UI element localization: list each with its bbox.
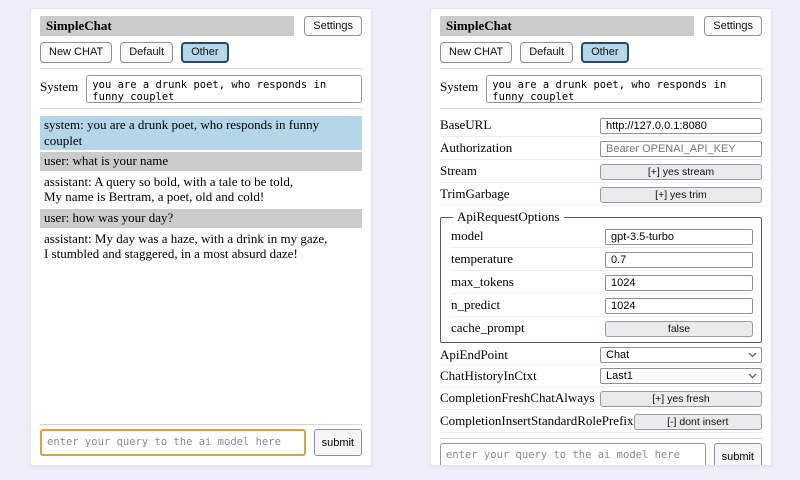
new-chat-button[interactable]: New CHAT (40, 42, 112, 63)
app-title: SimpleChat (40, 16, 294, 36)
system-prompt-label: System (440, 75, 478, 103)
completion-insert-role-prefix-label: CompletionInsertStandardRolePrefix (440, 413, 634, 429)
api-endpoint-label: ApiEndPoint (440, 347, 600, 363)
system-prompt-row: System you are a drunk poet, who respond… (40, 75, 362, 103)
chat-message-assistant: assistant: My day was a haze, with a dri… (40, 230, 362, 264)
authorization-input[interactable] (600, 141, 762, 157)
setting-row-completion-fresh-chat: CompletionFreshChatAlways [+] yes fresh (440, 387, 762, 410)
chat-message-system: system: you are a drunk poet, who respon… (40, 116, 362, 150)
authorization-label: Authorization (440, 140, 600, 156)
divider (40, 424, 362, 425)
session-default-button[interactable]: Default (120, 42, 173, 63)
temperature-input[interactable] (605, 252, 753, 268)
chevron-down-icon (748, 352, 757, 358)
query-input[interactable] (40, 429, 306, 456)
divider (440, 438, 762, 439)
setting-row-completion-insert-role-prefix: CompletionInsertStandardRolePrefix [-] d… (440, 410, 762, 433)
max-tokens-label: max_tokens (451, 274, 605, 290)
chat-view-panel: SimpleChat Settings New CHAT Default Oth… (30, 8, 372, 466)
setting-row-cache-prompt: cache_prompt false (451, 317, 753, 339)
divider (440, 68, 762, 69)
model-input[interactable] (605, 229, 753, 245)
api-request-options-legend: ApiRequestOptions (453, 209, 564, 225)
setting-row-model: model (451, 225, 753, 248)
stream-toggle-button[interactable]: [+] yes stream (600, 164, 762, 180)
settings-button[interactable]: Settings (704, 16, 762, 36)
baseurl-label: BaseURL (440, 117, 600, 133)
new-chat-button[interactable]: New CHAT (440, 42, 512, 63)
title-bar: SimpleChat Settings (40, 16, 362, 36)
chat-history-in-ctxt-label: ChatHistoryInCtxt (440, 368, 600, 384)
divider (40, 108, 362, 109)
session-buttons: New CHAT Default Other (40, 42, 362, 63)
api-endpoint-selected-value: Chat (606, 349, 629, 361)
model-label: model (451, 228, 605, 244)
max-tokens-input[interactable] (605, 275, 753, 291)
n-predict-label: n_predict (451, 297, 605, 313)
session-other-button[interactable]: Other (581, 42, 629, 63)
trimgarbage-toggle-button[interactable]: [+] yes trim (600, 187, 762, 203)
setting-row-n-predict: n_predict (451, 294, 753, 317)
setting-row-baseurl: BaseURL (440, 114, 762, 137)
chat-message-user: user: how was your day? (40, 209, 362, 228)
system-prompt-input[interactable]: you are a drunk poet, who responds in fu… (486, 75, 762, 103)
empty-space (40, 266, 362, 419)
settings-view-panel: SimpleChat Settings New CHAT Default Oth… (430, 8, 772, 466)
api-endpoint-select[interactable]: Chat (600, 347, 762, 363)
cache-prompt-label: cache_prompt (451, 320, 605, 336)
baseurl-input[interactable] (600, 118, 762, 134)
chat-message-assistant: assistant: A query so bold, with a tale … (40, 173, 362, 207)
setting-row-stream: Stream [+] yes stream (440, 160, 762, 183)
title-bar: SimpleChat Settings (440, 16, 762, 36)
chat-history-selected-value: Last1 (606, 370, 633, 382)
completion-fresh-chat-label: CompletionFreshChatAlways (440, 390, 600, 406)
query-input[interactable] (440, 443, 706, 466)
api-request-options-fieldset: ApiRequestOptions model temperature max_… (440, 209, 762, 343)
chat-message-user: user: what is your name (40, 152, 362, 171)
chat-history-in-ctxt-select[interactable]: Last1 (600, 368, 762, 384)
trimgarbage-label: TrimGarbage (440, 186, 600, 202)
completion-fresh-chat-toggle-button[interactable]: [+] yes fresh (600, 391, 762, 407)
settings-button[interactable]: Settings (304, 16, 362, 36)
submit-button[interactable]: submit (314, 429, 362, 456)
system-prompt-label: System (40, 75, 78, 103)
query-row: submit (440, 443, 762, 466)
submit-button[interactable]: submit (714, 443, 762, 466)
app-title: SimpleChat (440, 16, 694, 36)
divider (440, 108, 762, 109)
session-buttons: New CHAT Default Other (440, 42, 762, 63)
n-predict-input[interactable] (605, 298, 753, 314)
session-other-button[interactable]: Other (181, 42, 229, 63)
setting-row-max-tokens: max_tokens (451, 271, 753, 294)
simplechat-app: SimpleChat Settings New CHAT Default Oth… (0, 0, 800, 466)
completion-insert-role-prefix-toggle-button[interactable]: [-] dont insert (634, 414, 762, 430)
setting-row-authorization: Authorization (440, 137, 762, 160)
setting-row-trimgarbage: TrimGarbage [+] yes trim (440, 183, 762, 206)
system-prompt-row: System you are a drunk poet, who respond… (440, 75, 762, 103)
chat-log: system: you are a drunk poet, who respon… (40, 116, 362, 266)
setting-row-temperature: temperature (451, 248, 753, 271)
cache-prompt-toggle-button[interactable]: false (605, 321, 753, 337)
settings-list: BaseURL Authorization Stream [+] yes str… (440, 114, 762, 433)
temperature-label: temperature (451, 251, 605, 267)
session-default-button[interactable]: Default (520, 42, 573, 63)
divider (40, 68, 362, 69)
chevron-down-icon (748, 373, 757, 379)
query-row: submit (40, 429, 362, 456)
stream-label: Stream (440, 163, 600, 179)
system-prompt-input[interactable]: you are a drunk poet, who responds in fu… (86, 75, 362, 103)
setting-row-api-endpoint: ApiEndPoint Chat (440, 345, 762, 366)
setting-row-chat-history-in-ctxt: ChatHistoryInCtxt Last1 (440, 366, 762, 387)
